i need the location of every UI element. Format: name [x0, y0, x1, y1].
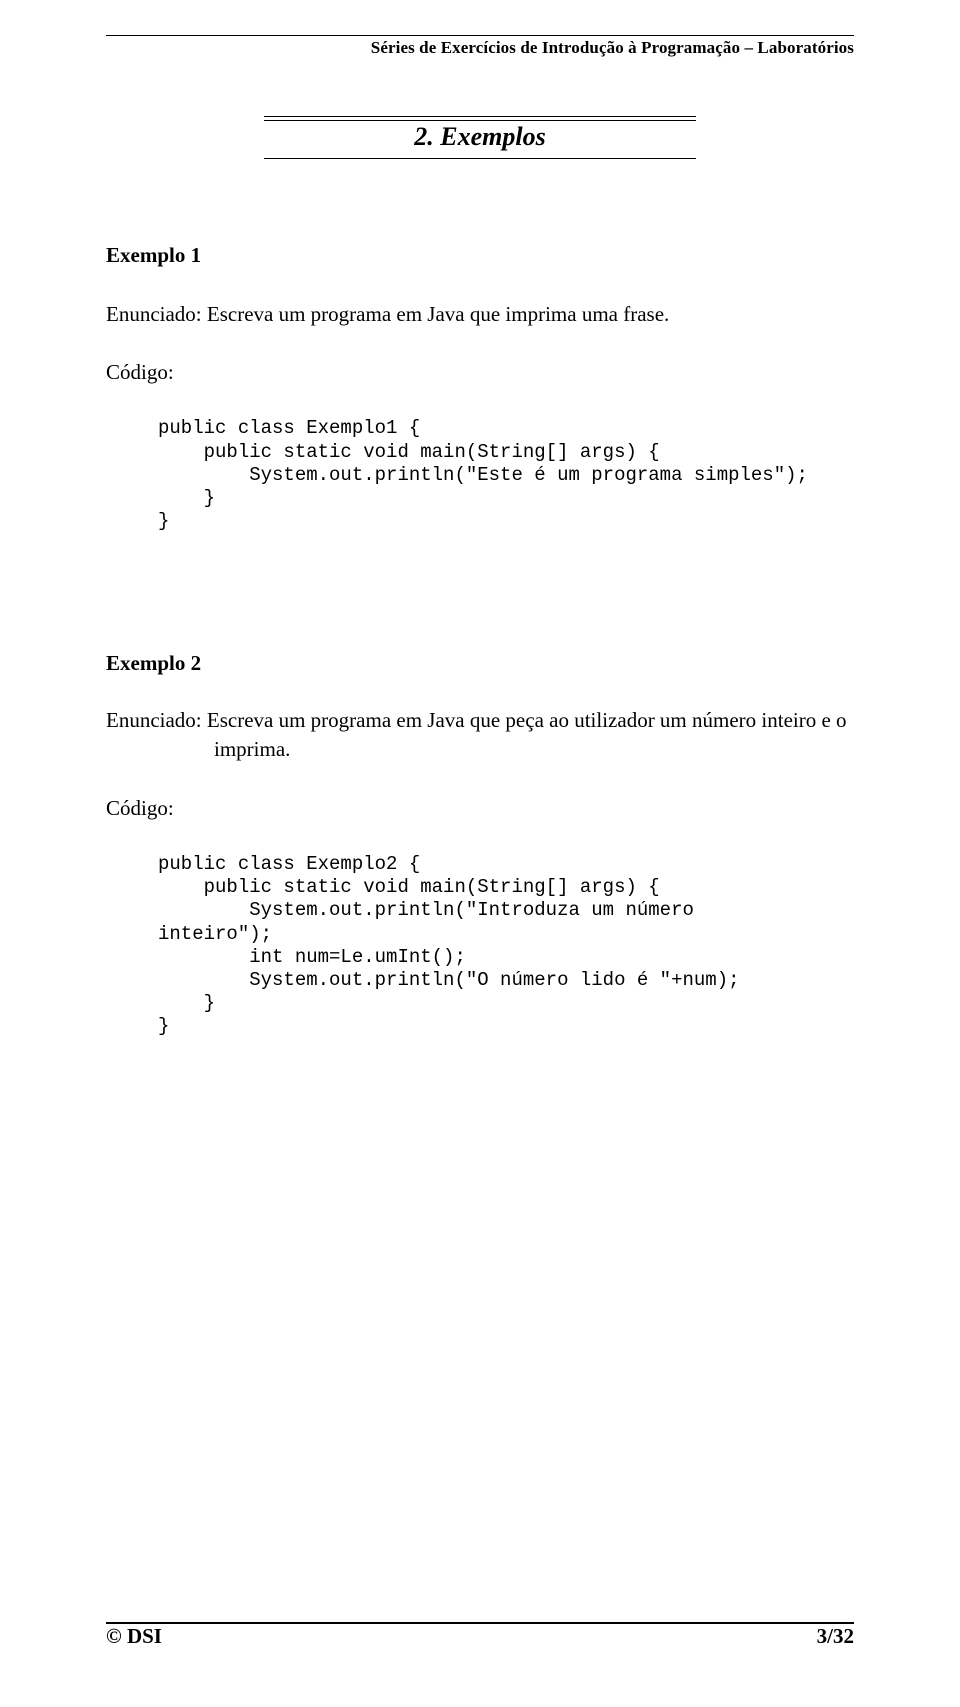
header-title: Séries de Exercícios de Introdução à Pro…: [106, 38, 854, 58]
page-footer: © DSI 3/32: [106, 1622, 854, 1649]
example-2-codigo-label: Código:: [106, 796, 854, 821]
section-heading-container: 2. Exemplos: [106, 116, 854, 159]
example-1-codigo-label: Código:: [106, 360, 854, 385]
footer-right: 3/32: [817, 1624, 854, 1649]
section-heading-box: 2. Exemplos: [264, 116, 696, 159]
example-2-enunciado-line1: Enunciado: Escreva um programa em Java q…: [106, 708, 847, 732]
header-rule: [106, 35, 854, 36]
example-2-enunciado-line2: imprima.: [106, 735, 290, 764]
footer-row: © DSI 3/32: [106, 1624, 854, 1649]
example-2: Exemplo 2 Enunciado: Escreva um programa…: [106, 651, 854, 1038]
footer-left: © DSI: [106, 1624, 162, 1649]
example-2-enunciado: Enunciado: Escreva um programa em Java q…: [106, 706, 854, 764]
page-header: Séries de Exercícios de Introdução à Pro…: [106, 35, 854, 58]
example-2-code: public class Exemplo2 { public static vo…: [158, 853, 854, 1038]
example-1: Exemplo 1 Enunciado: Escreva um programa…: [106, 243, 854, 533]
section-heading: 2. Exemplos: [264, 122, 696, 152]
example-2-title: Exemplo 2: [106, 651, 854, 676]
example-1-code: public class Exemplo1 { public static vo…: [158, 417, 854, 533]
document-page: Séries de Exercícios de Introdução à Pro…: [0, 0, 960, 1707]
example-1-enunciado: Enunciado: Escreva um programa em Java q…: [106, 300, 854, 328]
example-1-title: Exemplo 1: [106, 243, 854, 268]
